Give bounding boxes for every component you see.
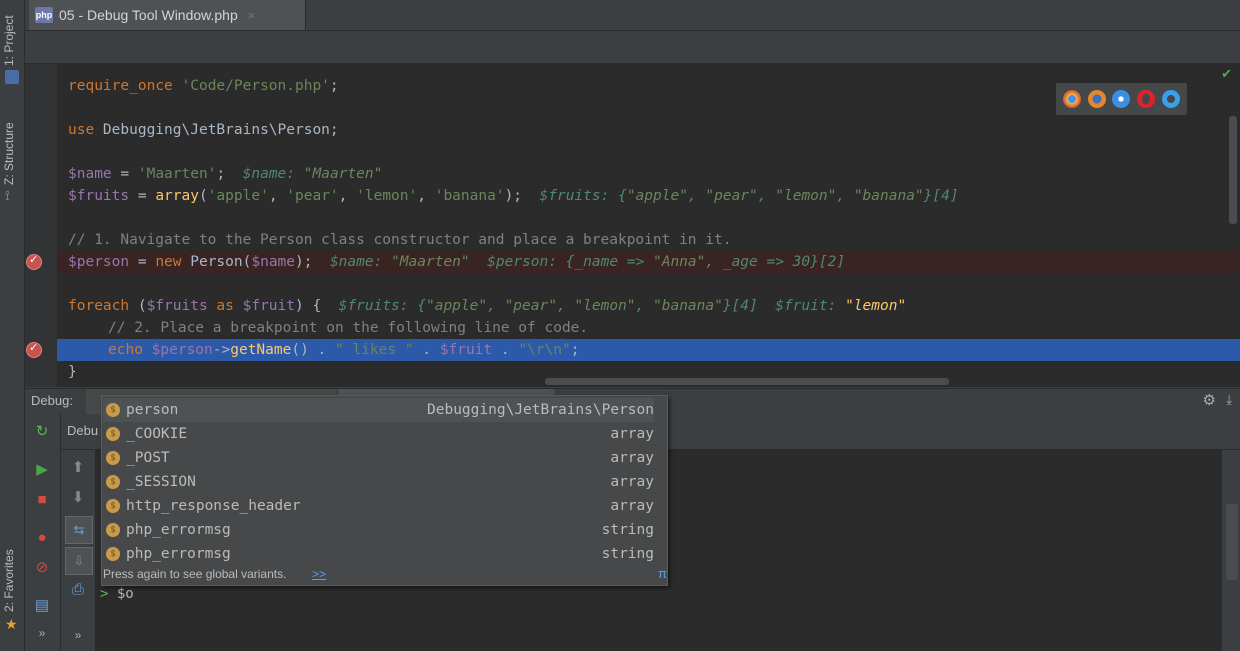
safari-icon[interactable]: [1112, 90, 1131, 108]
variable-icon: $: [106, 427, 120, 441]
resume-icon[interactable]: ▶: [31, 458, 53, 480]
up-arrow-icon[interactable]: ⬆: [67, 456, 89, 478]
code-line: $name = 'Maarten'; $name: "Maarten": [68, 166, 383, 182]
debug-toolbar: ↻ ▶ ■ ● ⊘ ▤ »: [25, 414, 61, 651]
stop-icon[interactable]: ■: [31, 488, 53, 510]
autocomplete-item[interactable]: $ _SESSION array: [103, 470, 654, 494]
variable-icon: $: [106, 403, 120, 417]
code-line: foreach ($fruits as $fruit) { $fruits: {…: [68, 298, 907, 314]
inline-debug-value: $person: {_name =>: [487, 254, 653, 270]
code-line: }: [68, 364, 77, 380]
variable-icon: $: [106, 547, 120, 561]
variable-icon: $: [106, 451, 120, 465]
more-actions-icon[interactable]: »: [31, 622, 53, 644]
scroll-to-end-icon[interactable]: ⇩: [65, 547, 93, 575]
console-scrollbar[interactable]: [1226, 504, 1238, 580]
layout-settings-icon[interactable]: ▤: [31, 594, 53, 616]
inline-debug-value: $name:: [329, 254, 392, 270]
autocomplete-item[interactable]: $ http_response_header array: [103, 494, 654, 518]
view-breakpoints-icon[interactable]: ●: [31, 526, 53, 548]
code-comment: // 1. Navigate to the Person class const…: [68, 232, 732, 248]
project-icon: [5, 70, 19, 84]
internet-explorer-icon[interactable]: [1162, 90, 1181, 108]
editor-horizontal-scrollbar[interactable]: [545, 378, 949, 385]
navigation-strip: [25, 31, 1240, 64]
open-in-browser-toolbar: [1056, 83, 1187, 115]
gear-icon[interactable]: ⚙: [1203, 391, 1216, 409]
autocomplete-hint: Press again to see global variants.: [103, 567, 287, 581]
editor-vertical-scrollbar[interactable]: [1229, 116, 1237, 224]
console-toolbar: ⬆ ⬇ ⇆ ⇩ ⎙ »: [61, 450, 96, 651]
code-line: $person = new Person($name); $name: "Maa…: [68, 254, 846, 270]
editor-gutter[interactable]: [25, 64, 57, 387]
favorites-tool-tab[interactable]: 2: Favorites: [2, 540, 22, 612]
down-arrow-icon[interactable]: ⬇: [67, 486, 89, 508]
structure-tool-tab[interactable]: Z: Structure: [2, 110, 22, 185]
php-file-icon: php: [35, 7, 53, 23]
breakpoint-icon[interactable]: [26, 341, 42, 358]
inspection-ok-icon: ✔: [1221, 66, 1232, 81]
variable-icon: $: [106, 523, 120, 537]
code-line: use Debugging\JetBrains\Person;: [68, 122, 339, 138]
code-editor[interactable]: require_once 'Code/Person.php'; use Debu…: [25, 64, 1240, 387]
hide-panel-icon[interactable]: ⤓: [1226, 392, 1232, 408]
project-tool-tab[interactable]: 1: Project: [2, 6, 22, 66]
star-icon: ★: [5, 616, 18, 632]
autocomplete-item[interactable]: $ person Debugging\JetBrains\Person: [103, 398, 654, 422]
inline-debug-value: $fruit:: [775, 298, 846, 314]
global-variants-link[interactable]: >>: [312, 567, 326, 581]
chrome-icon[interactable]: [1062, 90, 1081, 108]
firefox-icon[interactable]: [1087, 90, 1106, 108]
editor-tab-bar: php 05 - Debug Tool Window.php ×: [25, 0, 1240, 31]
console-input[interactable]: > $o: [100, 586, 134, 602]
debug-window-title: Debug:: [31, 393, 73, 408]
code-comment: // 2. Place a breakpoint on the followin…: [108, 320, 589, 336]
autocomplete-item[interactable]: $ php_errormsg string: [103, 542, 654, 566]
file-tab-label: 05 - Debug Tool Window.php: [59, 7, 238, 23]
left-tool-strip: 1: Project Z: Structure ⟟ 2: Favorites ★: [0, 0, 25, 651]
print-icon[interactable]: ⎙: [67, 578, 89, 600]
pi-icon: π: [658, 566, 667, 581]
autocomplete-item[interactable]: $ _POST array: [103, 446, 654, 470]
more-actions-icon[interactable]: »: [67, 624, 89, 646]
code-line: $fruits = array('apple', 'pear', 'lemon'…: [68, 188, 959, 204]
rerun-icon[interactable]: ↻: [31, 420, 53, 442]
autocomplete-footer: Press again to see global variants. >> π: [102, 564, 667, 585]
inline-debug-value: $name:: [242, 166, 304, 182]
code-line: require_once 'Code/Person.php';: [68, 78, 339, 94]
close-tab-icon[interactable]: ×: [248, 8, 256, 23]
autocomplete-item[interactable]: $ php_errormsg string: [103, 518, 654, 542]
autocomplete-popup: $ person Debugging\JetBrains\Person $ _C…: [101, 395, 668, 586]
variable-icon: $: [106, 475, 120, 489]
structure-icon: ⟟: [5, 188, 10, 203]
inline-debug-value: $fruits: {: [539, 188, 627, 204]
debugger-tab-label[interactable]: Debu: [67, 423, 98, 438]
soft-wraps-icon[interactable]: ⇆: [65, 516, 93, 544]
autocomplete-item[interactable]: $ _COOKIE array: [103, 422, 654, 446]
variable-icon: $: [106, 499, 120, 513]
mute-breakpoints-icon[interactable]: ⊘: [31, 556, 53, 578]
code-line: echo $person->getName() . " likes " . $f…: [108, 342, 580, 358]
opera-icon[interactable]: [1137, 90, 1156, 108]
breakpoint-icon[interactable]: [26, 253, 42, 270]
file-tab[interactable]: php 05 - Debug Tool Window.php ×: [29, 0, 306, 30]
inline-debug-value: $fruits: {: [338, 298, 426, 314]
